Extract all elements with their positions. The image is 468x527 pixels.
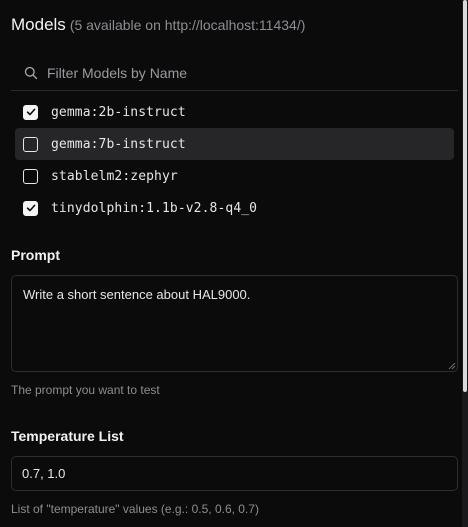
- settings-panel: Models (5 available on http://localhost:1…: [0, 0, 462, 527]
- checkbox-unchecked[interactable]: [23, 168, 38, 184]
- model-filter-input[interactable]: [47, 65, 427, 81]
- scrollbar[interactable]: [462, 0, 468, 527]
- checkbox-checked[interactable]: [23, 200, 38, 216]
- model-list: gemma:2b-instruct gemma:7b-instruct stab…: [15, 96, 454, 224]
- resize-grip-icon[interactable]: [448, 362, 456, 370]
- model-item-stablelm2[interactable]: stablelm2:zephyr: [15, 160, 454, 192]
- scrollbar-thumb[interactable]: [463, 0, 467, 392]
- divider: [11, 90, 458, 91]
- prompt-help: The prompt you want to test: [11, 383, 160, 397]
- temperature-help: List of "temperature" values (e.g.: 0.5,…: [11, 502, 259, 516]
- models-title: Models: [11, 15, 66, 34]
- model-label: gemma:7b-instruct: [51, 136, 186, 152]
- checkbox-checked[interactable]: [23, 104, 38, 120]
- model-item-gemma-7b[interactable]: gemma:7b-instruct: [15, 128, 454, 160]
- search-icon: [24, 66, 38, 80]
- model-label: gemma:2b-instruct: [51, 104, 186, 120]
- check-icon: [26, 108, 35, 116]
- model-label: tinydolphin:1.1b-v2.8-q4_0: [51, 200, 258, 216]
- checkbox-unchecked[interactable]: [23, 136, 38, 152]
- temperature-label: Temperature List: [11, 428, 124, 444]
- check-icon: [26, 204, 35, 212]
- models-header: Models (5 available on http://localhost:1…: [11, 15, 305, 35]
- model-item-gemma-2b[interactable]: gemma:2b-instruct: [15, 96, 454, 128]
- models-availability: (5 available on http://localhost:11434/): [69, 17, 306, 33]
- temperature-input[interactable]: [11, 456, 458, 491]
- model-label: stablelm2:zephyr: [51, 168, 178, 184]
- prompt-textarea[interactable]: Write a short sentence about HAL9000.: [11, 275, 458, 372]
- model-item-tinydolphin[interactable]: tinydolphin:1.1b-v2.8-q4_0: [15, 192, 454, 224]
- model-filter: [24, 63, 444, 83]
- prompt-label: Prompt: [11, 247, 60, 263]
